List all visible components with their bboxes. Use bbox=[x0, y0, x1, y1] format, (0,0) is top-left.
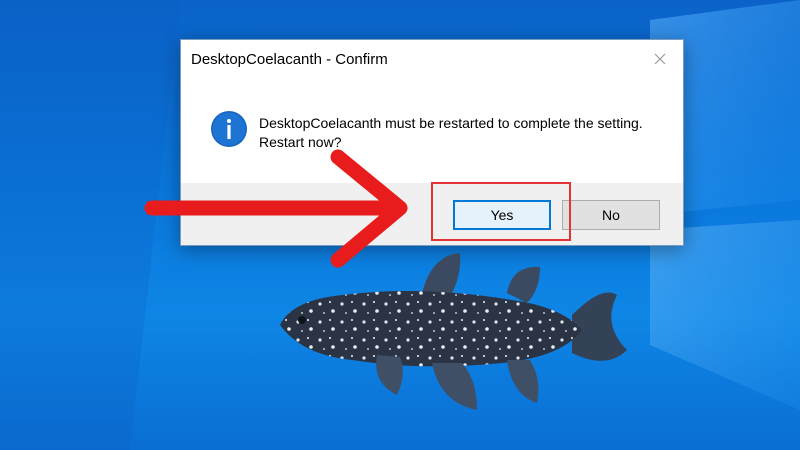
message-line-1: DesktopCoelacanth must be restarted to c… bbox=[259, 115, 643, 131]
yes-button[interactable]: Yes bbox=[453, 200, 551, 230]
dialog-button-bar: Yes No bbox=[181, 183, 683, 245]
dialog-title: DesktopCoelacanth - Confirm bbox=[191, 51, 388, 68]
dialog-titlebar: DesktopCoelacanth - Confirm bbox=[181, 40, 683, 80]
coelacanth-image bbox=[280, 253, 627, 410]
dialog-content: DesktopCoelacanth must be restarted to c… bbox=[181, 80, 683, 183]
no-button[interactable]: No bbox=[562, 200, 660, 230]
message-line-2: Restart now? bbox=[259, 134, 342, 150]
dialog-message: DesktopCoelacanth must be restarted to c… bbox=[259, 114, 669, 152]
close-button[interactable] bbox=[637, 40, 683, 78]
info-icon bbox=[211, 111, 247, 147]
confirm-dialog: DesktopCoelacanth - Confirm DesktopCoela… bbox=[180, 39, 684, 246]
close-icon bbox=[654, 53, 666, 65]
